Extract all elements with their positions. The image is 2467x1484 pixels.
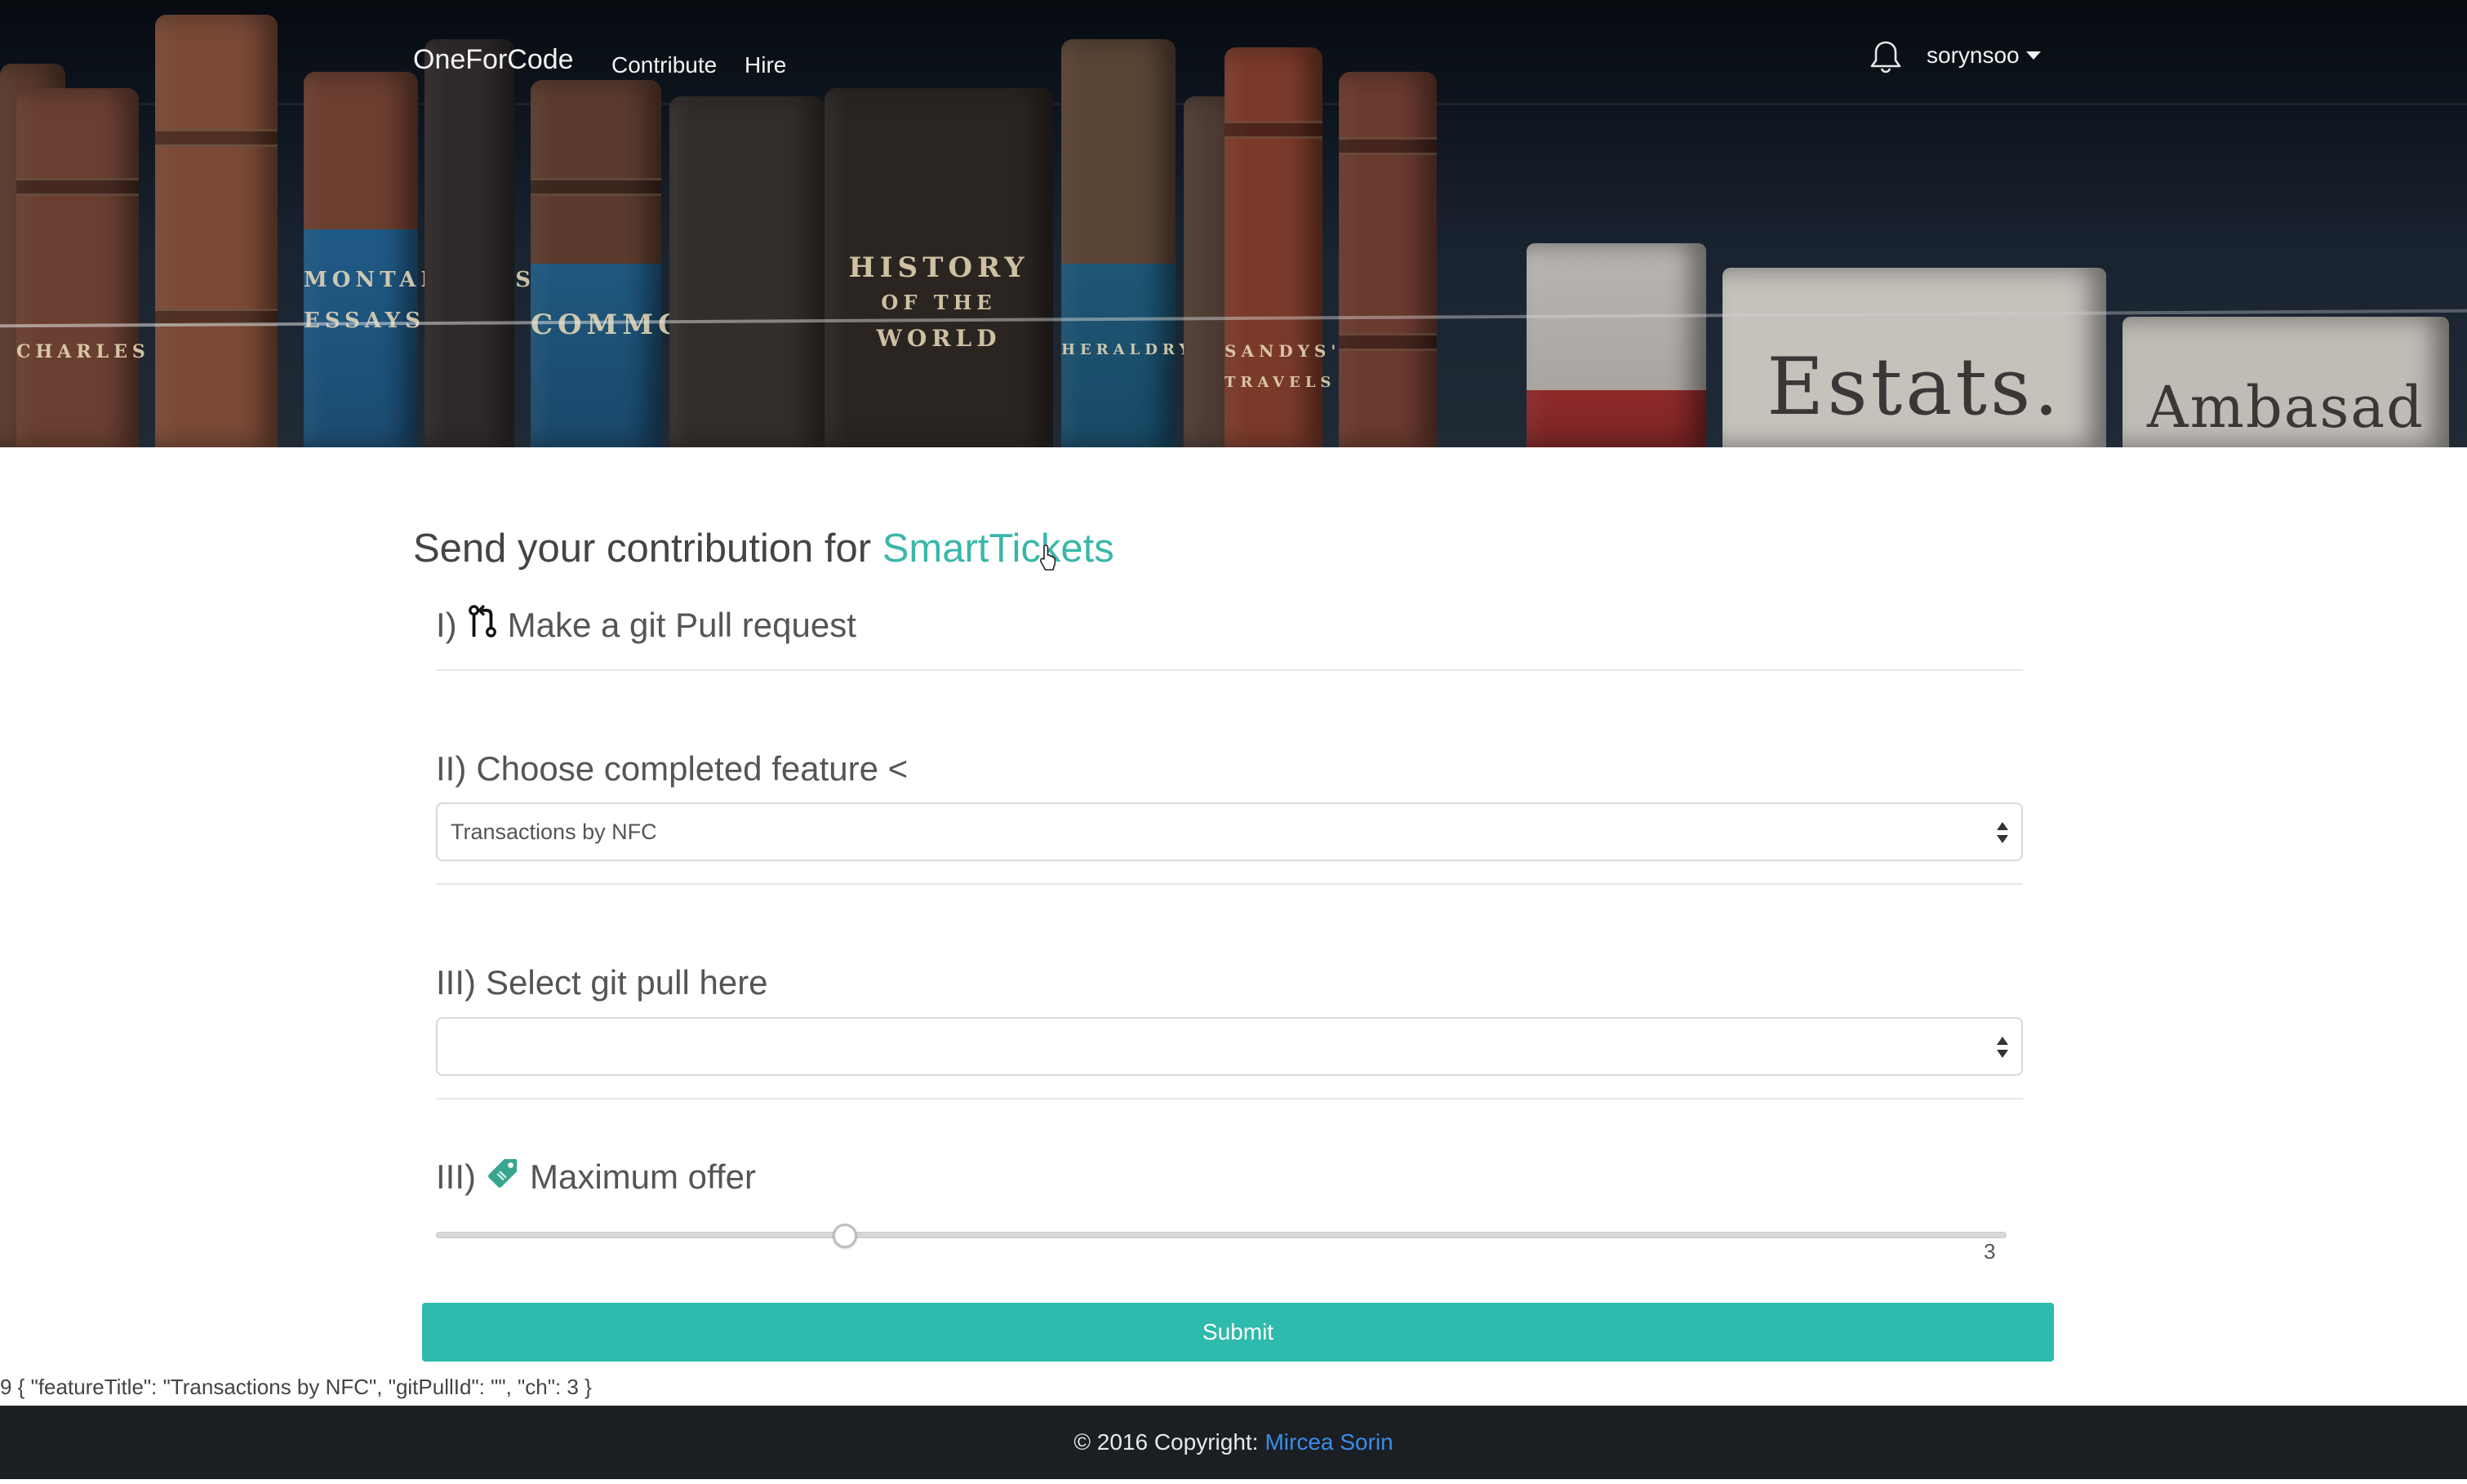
git-pull-request-icon: [467, 604, 498, 646]
book-spine: [425, 39, 514, 447]
page-title: Send your contribution for SmartTickets: [413, 526, 1114, 571]
book-spine: Ambasad: [2123, 317, 2449, 447]
nav-contribute[interactable]: Contribute: [611, 52, 717, 78]
divider: [436, 669, 2023, 671]
author-link[interactable]: Mircea Sorin: [1265, 1429, 1393, 1455]
slider-value: 3: [1984, 1239, 1996, 1264]
book-spine: HERALDRY: [1061, 39, 1189, 447]
book-spine: SANDYS'S TRAVELS: [1225, 47, 1353, 447]
project-link[interactable]: SmartTickets: [882, 527, 1114, 571]
git-pull-select[interactable]: [436, 1017, 2023, 1076]
step-label: Make a git Pull request: [507, 606, 856, 644]
divider: [436, 883, 2023, 885]
copyright-text: © 2016 Copyright:: [1073, 1429, 1259, 1455]
step-label: Select git pull here: [486, 963, 768, 1002]
user-menu[interactable]: sorynsoo: [1927, 42, 2041, 69]
title-prefix: Send your contribution for: [413, 527, 872, 571]
select-arrows-icon: [1997, 822, 2010, 846]
step-number: III): [436, 1157, 476, 1196]
book-spine: COMMO: [531, 80, 682, 447]
book-spine: HISTORY OF THE WORLD: [825, 88, 1053, 447]
brand-logo[interactable]: OneForCode: [413, 44, 574, 76]
step-number: III): [436, 963, 476, 1002]
notification-bell-icon[interactable]: [1866, 38, 1905, 77]
footer: © 2016 Copyright: Mircea Sorin: [0, 1406, 2467, 1479]
step-number: II): [436, 749, 467, 788]
feature-select-value: Transactions by NFC: [451, 819, 657, 844]
step-choose-feature: II) Choose completed feature <: [436, 749, 908, 789]
book-spine: [155, 15, 278, 447]
max-offer-slider[interactable]: [436, 1224, 2007, 1248]
hero-banner: CHARLES MONTAIGNE'S ESSAYS COMMO HISTORY…: [0, 0, 2467, 447]
divider: [436, 1098, 2023, 1100]
debug-output: 9 { "featureTitle": "Transactions by NFC…: [0, 1375, 592, 1399]
book-spine: MONTAIGNE'S ESSAYS: [304, 72, 531, 447]
step-label: Choose completed feature <: [476, 749, 909, 788]
step-select-git-pull: III) Select git pull here: [436, 963, 768, 1002]
book-spine: [669, 96, 825, 447]
slider-handle[interactable]: [832, 1224, 857, 1248]
select-arrows-icon: [1997, 1037, 2010, 1061]
book-spine: CHARLES: [16, 88, 145, 447]
hand-cursor-icon: [1038, 544, 1061, 573]
book-spine: [1339, 72, 1437, 447]
book-spine: [1527, 243, 1706, 447]
step-label: Maximum offer: [530, 1157, 756, 1196]
step-maximum-offer: III) Maximum offer: [436, 1156, 756, 1198]
step-number: I): [436, 606, 457, 644]
submit-button[interactable]: Submit: [422, 1303, 2054, 1362]
username: sorynsoo: [1927, 42, 2020, 68]
book-spine: Estats.: [1722, 268, 2106, 447]
feature-select[interactable]: Transactions by NFC: [436, 802, 2023, 861]
price-tag-icon: [486, 1156, 520, 1198]
nav-hire[interactable]: Hire: [745, 52, 786, 78]
step-git-pull-request: I) Make a git Pull request: [436, 604, 856, 646]
chevron-down-icon: [2025, 51, 2041, 60]
